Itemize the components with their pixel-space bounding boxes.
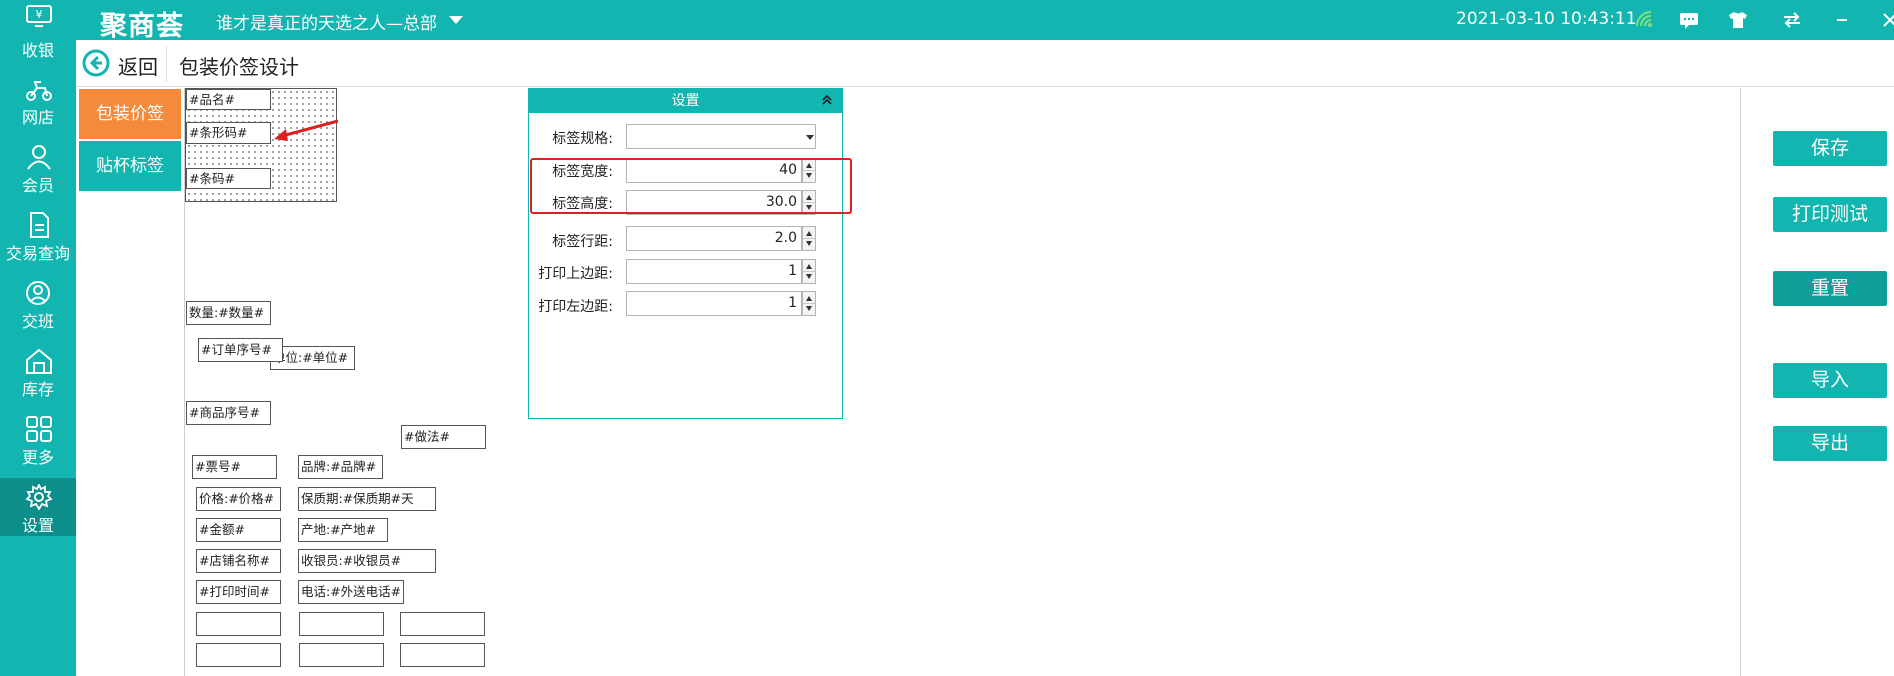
field-cashier[interactable]: 收银员:#收银员# bbox=[298, 549, 436, 573]
print-test-button[interactable]: 打印测试 bbox=[1773, 197, 1887, 232]
right-divider bbox=[1740, 88, 1741, 676]
sidebar-item-inventory[interactable]: 库存 bbox=[0, 342, 76, 408]
switch-icon[interactable] bbox=[1780, 8, 1804, 32]
top-margin-input[interactable]: 1 bbox=[626, 259, 802, 284]
field-ticket-number[interactable]: #票号# bbox=[192, 455, 277, 479]
save-button[interactable]: 保存 bbox=[1773, 131, 1887, 166]
grid-icon bbox=[26, 416, 52, 442]
shift-icon bbox=[26, 281, 50, 305]
field-shop-name[interactable]: #店铺名称# bbox=[196, 549, 281, 573]
field-brand[interactable]: 品牌:#品牌# bbox=[298, 455, 383, 479]
export-button[interactable]: 导出 bbox=[1773, 426, 1887, 461]
line-spacing-stepper[interactable] bbox=[802, 226, 816, 251]
collapse-icon[interactable] bbox=[821, 93, 833, 107]
field-origin[interactable]: 产地:#产地# bbox=[298, 518, 388, 542]
cashier-icon: ¥ bbox=[26, 5, 52, 27]
field-goods-number[interactable]: #商品序号# bbox=[186, 401, 271, 425]
page-header bbox=[76, 40, 1894, 87]
document-icon bbox=[30, 212, 49, 238]
page-title: 包装价签设计 bbox=[179, 55, 299, 79]
field-empty[interactable] bbox=[196, 612, 281, 636]
store-selector[interactable]: 谁才是真正的天选之人—总部 bbox=[216, 9, 437, 34]
line-spacing-label: 标签行距: bbox=[552, 234, 613, 250]
datetime: 2021-03-10 10:43:11 bbox=[1456, 9, 1637, 29]
import-button[interactable]: 导入 bbox=[1773, 363, 1887, 398]
field-phone[interactable]: 电话:#外送电话# bbox=[298, 580, 404, 604]
header-divider bbox=[166, 46, 167, 82]
field-practice[interactable]: #做法# bbox=[401, 425, 486, 449]
field-barcode-image[interactable]: #条形码# bbox=[186, 122, 271, 144]
field-empty[interactable] bbox=[196, 643, 281, 667]
back-arrow-icon[interactable] bbox=[82, 49, 110, 77]
top-margin-label: 打印上边距: bbox=[538, 266, 613, 282]
sidebar-item-more[interactable]: 更多 bbox=[0, 410, 76, 476]
field-print-time[interactable]: #打印时间# bbox=[196, 580, 281, 604]
line-spacing-input[interactable]: 2.0 bbox=[626, 226, 802, 251]
reset-button[interactable]: 重置 bbox=[1773, 271, 1887, 306]
label-spec-select[interactable] bbox=[626, 124, 816, 149]
field-price[interactable]: 价格:#价格# bbox=[196, 487, 281, 511]
app-logo: 聚商荟 bbox=[100, 11, 184, 42]
tab-cup-label[interactable]: 贴杯标签 bbox=[79, 141, 181, 191]
sidebar-item-shift[interactable]: 交班 bbox=[0, 274, 76, 340]
member-icon bbox=[27, 145, 51, 170]
sidebar-item-member[interactable]: 会员 bbox=[0, 138, 76, 204]
field-order-number[interactable]: #订单序号# bbox=[198, 338, 283, 362]
left-margin-stepper[interactable] bbox=[802, 291, 816, 316]
field-quantity[interactable]: 数量:#数量# bbox=[186, 301, 271, 325]
field-empty[interactable] bbox=[299, 643, 384, 667]
field-empty[interactable] bbox=[299, 612, 384, 636]
close-icon[interactable] bbox=[1878, 8, 1894, 32]
red-arrow-icon bbox=[274, 119, 339, 141]
sidebar-item-webshop[interactable]: 网店 bbox=[0, 70, 76, 136]
field-barcode[interactable]: #条码# bbox=[186, 168, 271, 189]
left-margin-label: 打印左边距: bbox=[538, 299, 613, 315]
sidebar-item-transactions[interactable]: 交易查询 bbox=[0, 206, 76, 272]
chevron-down-icon[interactable] bbox=[449, 16, 463, 24]
warehouse-icon bbox=[26, 348, 52, 374]
left-margin-input[interactable]: 1 bbox=[626, 291, 802, 316]
settings-panel-title: 设置 bbox=[529, 89, 842, 113]
sidebar-item-settings[interactable]: 设置 bbox=[0, 478, 76, 536]
label-spec-label: 标签规格: bbox=[552, 131, 613, 147]
top-margin-stepper[interactable] bbox=[802, 259, 816, 284]
sidebar-item-cashier[interactable]: ¥ 收银 bbox=[0, 0, 76, 66]
shirt-icon[interactable] bbox=[1726, 8, 1750, 32]
message-icon[interactable] bbox=[1677, 8, 1701, 32]
chevron-down-icon[interactable] bbox=[806, 135, 814, 140]
svg-text:¥: ¥ bbox=[36, 8, 43, 21]
scooter-icon bbox=[26, 81, 52, 101]
tab-package-label[interactable]: 包装价签 bbox=[79, 89, 181, 139]
wifi-icon bbox=[1636, 11, 1652, 27]
field-empty[interactable] bbox=[400, 643, 485, 667]
back-button[interactable]: 返回 bbox=[118, 51, 158, 80]
minimize-icon[interactable] bbox=[1830, 8, 1854, 32]
gear-icon bbox=[25, 484, 53, 510]
highlight-box bbox=[530, 158, 852, 214]
field-amount[interactable]: #金额# bbox=[196, 518, 281, 542]
field-empty[interactable] bbox=[400, 612, 485, 636]
field-shelf-life[interactable]: 保质期:#保质期#天 bbox=[298, 487, 436, 511]
field-product-name[interactable]: #品名# bbox=[186, 89, 271, 110]
